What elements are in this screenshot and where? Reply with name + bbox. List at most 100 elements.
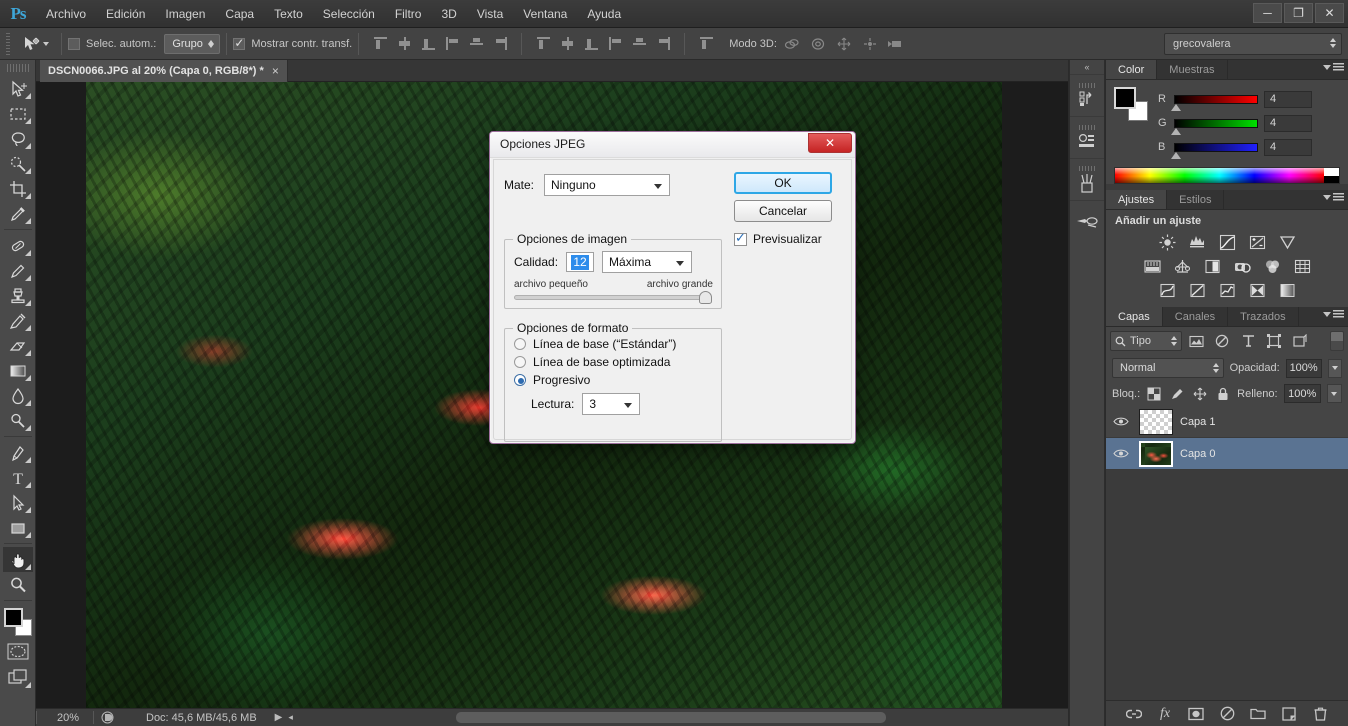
quality-preset-select[interactable]: Máxima	[602, 251, 693, 273]
workspace-stepper-icon[interactable]	[1330, 38, 1336, 48]
layer-row[interactable]: Capa 0	[1106, 438, 1348, 470]
format-radio-3[interactable]	[514, 374, 526, 386]
fill-chevron-down-icon[interactable]	[1326, 384, 1342, 403]
quick-selection-tool[interactable]	[3, 151, 33, 176]
restore-button[interactable]: ❐	[1284, 3, 1313, 23]
quality-slider-knob[interactable]	[699, 291, 712, 304]
distribute-right-edges-icon[interactable]	[652, 33, 674, 55]
eraser-tool[interactable]	[3, 333, 33, 358]
black-white-icon[interactable]	[1201, 256, 1223, 276]
measurement-log-icon[interactable]	[1070, 116, 1104, 158]
color-balance-icon[interactable]	[1171, 256, 1193, 276]
clone-stamp-tool[interactable]	[3, 283, 33, 308]
layer-row[interactable]: Capa 1	[1106, 406, 1348, 438]
lock-position-icon[interactable]	[1192, 386, 1208, 402]
tool-preset-chevron-down-icon[interactable]	[43, 41, 49, 46]
hue-saturation-icon[interactable]	[1141, 256, 1163, 276]
tab-color[interactable]: Color	[1106, 60, 1158, 79]
auto-select-checkbox[interactable]	[68, 37, 80, 50]
distribute-bottom-edges-icon[interactable]	[580, 33, 602, 55]
slider-thumb[interactable]	[1171, 127, 1181, 135]
align-right-edges-icon[interactable]	[489, 33, 511, 55]
gradient-map-icon[interactable]	[1276, 280, 1298, 300]
rectangular-marquee-tool[interactable]	[3, 101, 33, 126]
status-preview-icon[interactable]	[94, 711, 120, 724]
history-brush-tool[interactable]	[3, 308, 33, 333]
channel-value-g[interactable]: 4	[1264, 114, 1312, 132]
selective-color-icon[interactable]	[1246, 280, 1268, 300]
camera-3d-icon[interactable]	[885, 34, 907, 54]
menu-filtro[interactable]: Filtro	[385, 2, 432, 26]
layer-visibility-eye-icon[interactable]	[1110, 448, 1132, 459]
slider-thumb[interactable]	[1171, 103, 1181, 111]
tab-capas[interactable]: Capas	[1106, 307, 1163, 326]
menu-ayuda[interactable]: Ayuda	[577, 2, 631, 26]
color-spectrum-ramp[interactable]	[1114, 167, 1340, 184]
new-group-icon[interactable]	[1249, 705, 1267, 723]
align-vertical-centers-icon[interactable]	[393, 33, 415, 55]
channel-slider-b[interactable]	[1171, 142, 1258, 159]
delete-layer-icon[interactable]	[1311, 705, 1329, 723]
zoom-tool[interactable]	[3, 572, 33, 597]
dialog-close-button[interactable]: ✕	[808, 133, 852, 153]
show-transform-controls-checkbox[interactable]	[233, 36, 246, 50]
status-expand-arrow-icon[interactable]: ▶ ◂	[275, 712, 293, 723]
menu-3d[interactable]: 3D	[431, 2, 466, 26]
cancel-button[interactable]: Cancelar	[734, 200, 832, 222]
distribute-top-edges-icon[interactable]	[532, 33, 554, 55]
color-panel-menu-icon[interactable]	[1323, 63, 1344, 72]
align-top-edges-icon[interactable]	[369, 33, 391, 55]
quality-slider[interactable]	[514, 291, 712, 305]
filter-pixel-icon[interactable]	[1184, 331, 1208, 351]
format-radio-2[interactable]	[514, 356, 526, 368]
channel-mixer-icon[interactable]	[1261, 256, 1283, 276]
invert-icon[interactable]	[1156, 280, 1178, 300]
quality-slider-track[interactable]	[514, 295, 712, 300]
channel-slider-g[interactable]	[1171, 118, 1258, 135]
color-panel-foreground-swatch[interactable]	[1114, 87, 1136, 109]
new-layer-icon[interactable]	[1280, 705, 1298, 723]
rotate-3d-icon[interactable]	[781, 34, 803, 54]
quality-input[interactable]: 12	[566, 252, 595, 272]
opacity-chevron-down-icon[interactable]	[1327, 358, 1343, 378]
brush-tool[interactable]	[3, 258, 33, 283]
close-button[interactable]: ✕	[1315, 3, 1344, 23]
format-radio-row-1[interactable]: Línea de base (“Estándar”)	[505, 335, 721, 353]
tab-ajustes[interactable]: Ajustes	[1106, 190, 1168, 209]
lock-transparent-pixels-icon[interactable]	[1146, 386, 1162, 402]
rectangle-tool[interactable]	[3, 515, 33, 540]
minimize-button[interactable]: ─	[1253, 3, 1282, 23]
tab-canales[interactable]: Canales	[1162, 307, 1229, 326]
document-tab-close-icon[interactable]: ×	[272, 64, 279, 78]
filter-smart-object-icon[interactable]	[1288, 331, 1312, 351]
auto-select-scope-select[interactable]: Grupo	[164, 33, 221, 54]
blend-mode-select[interactable]: Normal	[1112, 358, 1224, 378]
filter-shape-icon[interactable]	[1262, 331, 1286, 351]
distribute-vertical-centers-icon[interactable]	[556, 33, 578, 55]
menu-texto[interactable]: Texto	[264, 2, 313, 26]
canvas-horizontal-scrollbar[interactable]	[456, 712, 886, 723]
layers-panel-menu-icon[interactable]	[1323, 310, 1344, 319]
menu-imagen[interactable]: Imagen	[155, 2, 215, 26]
threshold-icon[interactable]	[1216, 280, 1238, 300]
expand-panels-icon[interactable]: «	[1070, 60, 1104, 74]
tool-presets-icon[interactable]	[1070, 200, 1104, 242]
exposure-icon[interactable]	[1246, 232, 1268, 252]
slide-3d-icon[interactable]	[859, 34, 881, 54]
filter-adjustment-icon[interactable]	[1210, 331, 1234, 351]
lock-image-pixels-icon[interactable]	[1169, 386, 1185, 402]
align-left-edges-icon[interactable]	[441, 33, 463, 55]
lasso-tool[interactable]	[3, 126, 33, 151]
channel-value-b[interactable]: 4	[1264, 138, 1312, 156]
color-panel-swatches[interactable]	[1114, 87, 1148, 121]
layer-thumbnail[interactable]	[1139, 408, 1173, 435]
posterize-icon[interactable]	[1186, 280, 1208, 300]
mate-select[interactable]: Ninguno	[544, 174, 671, 196]
adjustments-panel-menu-icon[interactable]	[1323, 193, 1344, 202]
gradient-tool[interactable]	[3, 358, 33, 383]
align-horizontal-centers-icon[interactable]	[465, 33, 487, 55]
tab-muestras[interactable]: Muestras	[1157, 60, 1228, 79]
ok-button[interactable]: OK	[734, 172, 832, 194]
channel-slider-r[interactable]	[1171, 94, 1258, 111]
menu-vista[interactable]: Vista	[467, 2, 513, 26]
